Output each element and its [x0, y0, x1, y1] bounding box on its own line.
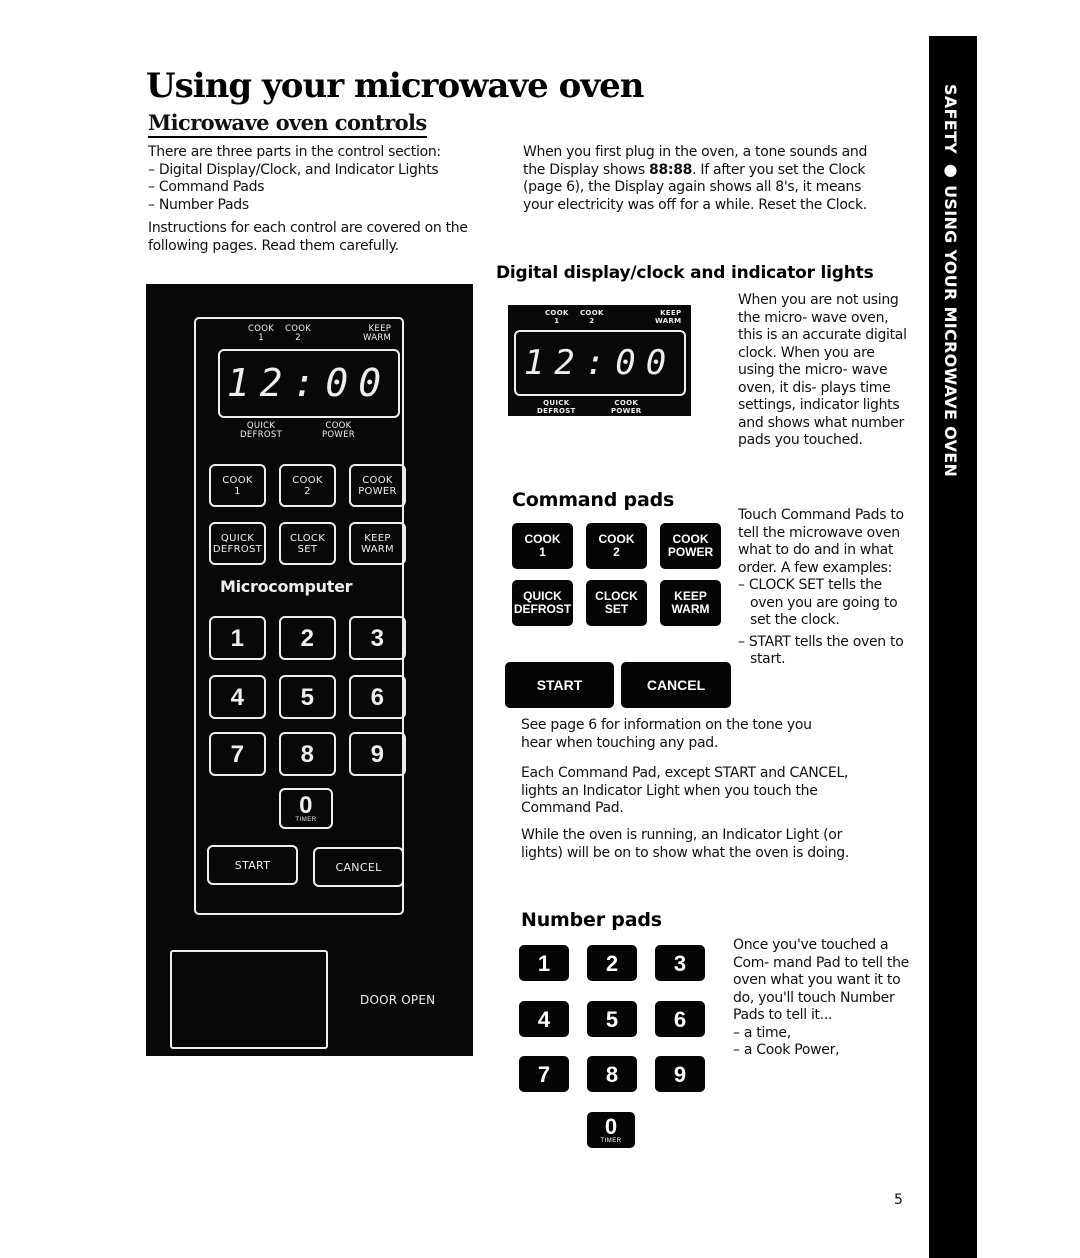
digital-display: 12:00	[218, 349, 400, 418]
number-pad-6[interactable]: 6	[655, 1001, 705, 1037]
timer-label: TIMER	[600, 1138, 622, 1144]
plug-in-paragraph: When you first plug in the oven, a tone …	[523, 144, 883, 214]
command-pads-intro: Touch Command Pads to tell the microwave…	[738, 507, 904, 576]
number-pads-text: Once you've touched a Com- mand Pad to t…	[733, 937, 913, 1060]
panel-number-pad-6[interactable]: 6	[349, 675, 406, 719]
number-pads-heading: Number pads	[521, 909, 662, 931]
number-list-item: – a time,	[733, 1024, 791, 1041]
intro-item: – Number Pads	[148, 196, 249, 213]
number-pad-4[interactable]: 4	[519, 1001, 569, 1037]
panel-keep-warm-pad[interactable]: KEEP WARM	[349, 522, 406, 565]
indicator-quick-defrost: QUICK DEFROST	[240, 421, 283, 440]
start-pad[interactable]: START	[505, 662, 614, 708]
page-number: 5	[894, 1192, 903, 1208]
intro-item: – Digital Display/Clock, and Indicator L…	[148, 161, 439, 178]
indicator-quick-defrost: QUICK DEFROST	[537, 399, 576, 415]
command-para-2: While the oven is running, an Indicator …	[521, 827, 850, 861]
number-pad-0[interactable]: 0 TIMER	[587, 1112, 635, 1148]
panel-clock-set-pad[interactable]: CLOCK SET	[279, 522, 336, 565]
number-list-item: – a Cook Power,	[733, 1042, 840, 1058]
command-example: – START tells the oven to start.	[738, 633, 904, 668]
clock-set-pad[interactable]: CLOCK SET	[586, 580, 647, 626]
panel-cook-power-pad[interactable]: COOK POWER	[349, 464, 406, 507]
panel-cook-2-pad[interactable]: COOK 2	[279, 464, 336, 507]
door-open-label: DOOR OPEN	[360, 993, 436, 1007]
panel-cancel-pad[interactable]: CANCEL	[313, 847, 404, 887]
timer-label: TIMER	[295, 816, 317, 823]
door-open-button[interactable]	[170, 950, 328, 1049]
panel-number-pad-5[interactable]: 5	[279, 675, 336, 719]
intro-lead: There are three parts in the control sec…	[148, 144, 441, 160]
panel-cook-1-pad[interactable]: COOK 1	[209, 464, 266, 507]
panel-number-pad-4[interactable]: 4	[209, 675, 266, 719]
quick-defrost-pad[interactable]: QUICK DEFROST	[512, 580, 573, 626]
tone-note: See page 6 for information on the tone y…	[521, 717, 812, 751]
panel-quick-defrost-pad[interactable]: QUICK DEFROST	[209, 522, 266, 565]
digital-display-heading: Digital display/clock and indicator ligh…	[496, 263, 874, 283]
cook-1-pad[interactable]: COOK 1	[512, 523, 573, 569]
pad-digit: 0	[299, 791, 313, 819]
number-pads-intro: Once you've touched a Com- mand Pad to t…	[733, 937, 909, 1023]
intro-block: There are three parts in the control sec…	[148, 144, 488, 255]
command-pads-heading: Command pads	[512, 489, 675, 511]
page-title: Using your microwave oven	[146, 66, 644, 106]
indicator-cook-power: COOK POWER	[611, 399, 642, 415]
panel-number-pad-2[interactable]: 2	[279, 616, 336, 660]
digital-display-small: 12:00	[514, 330, 686, 396]
number-pad-9[interactable]: 9	[655, 1056, 705, 1092]
panel-number-pad-3[interactable]: 3	[349, 616, 406, 660]
cancel-pad[interactable]: CANCEL	[621, 662, 731, 708]
intro-instructions: Instructions for each control are covere…	[148, 220, 468, 254]
indicator-cook-2: COOK 2	[285, 324, 312, 343]
panel-number-pad-9[interactable]: 9	[349, 732, 406, 776]
indicator-keep-warm: KEEP WARM	[655, 309, 682, 325]
panel-number-pad-1[interactable]: 1	[209, 616, 266, 660]
command-pads-text: Touch Command Pads to tell the microwave…	[738, 507, 908, 669]
number-pad-3[interactable]: 3	[655, 945, 705, 981]
indicator-cook-power: COOK POWER	[322, 421, 355, 440]
display-time: 12:00	[226, 361, 392, 405]
panel-start-pad[interactable]: START	[207, 845, 298, 885]
pad-digit: 0	[604, 1114, 618, 1139]
indicator-cook-1: COOK 1	[545, 309, 569, 325]
indicator-cook-1: COOK 1	[248, 324, 275, 343]
number-pad-1[interactable]: 1	[519, 945, 569, 981]
cook-2-pad[interactable]: COOK 2	[586, 523, 647, 569]
number-pad-5[interactable]: 5	[587, 1001, 637, 1037]
number-pad-2[interactable]: 2	[587, 945, 637, 981]
digital-display-text: When you are not using the micro- wave o…	[738, 292, 907, 448]
side-tab: SAFETY ● USING YOUR MICROWAVE OVEN	[929, 36, 977, 1258]
brand-microcomputer: Microcomputer	[220, 577, 353, 596]
display-value: 88:88	[649, 161, 693, 178]
keep-warm-pad[interactable]: KEEP WARM	[660, 580, 721, 626]
panel-number-pad-7[interactable]: 7	[209, 732, 266, 776]
display-time: 12:00	[523, 343, 677, 383]
side-tab-label: SAFETY ● USING YOUR MICROWAVE OVEN	[941, 84, 960, 478]
section-title: Microwave oven controls	[148, 110, 427, 138]
command-example: – CLOCK SET tells the oven you are going…	[738, 577, 898, 628]
cook-power-pad[interactable]: COOK POWER	[660, 523, 721, 569]
panel-number-pad-8[interactable]: 8	[279, 732, 336, 776]
indicator-cook-2: COOK 2	[580, 309, 604, 325]
number-pad-7[interactable]: 7	[519, 1056, 569, 1092]
command-para-1: Each Command Pad, except START and CANCE…	[521, 765, 849, 816]
panel-number-pad-0[interactable]: 0 TIMER	[279, 788, 333, 829]
intro-item: – Command Pads	[148, 179, 265, 195]
indicator-keep-warm: KEEP WARM	[363, 324, 392, 343]
number-pad-8[interactable]: 8	[587, 1056, 637, 1092]
